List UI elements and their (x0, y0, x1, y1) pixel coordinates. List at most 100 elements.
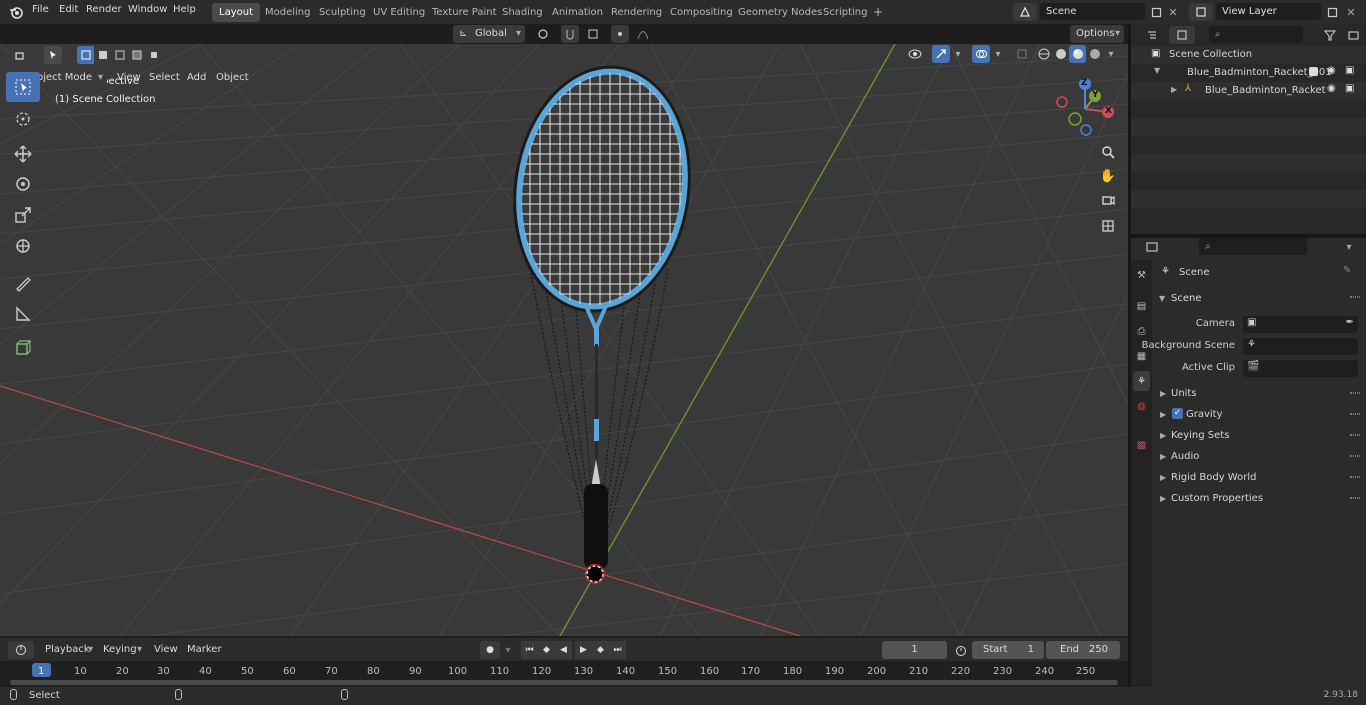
add-workspace-button[interactable]: + (866, 3, 890, 22)
blender-logo-icon[interactable] (8, 4, 24, 20)
timeline-menu-view[interactable]: View (149, 641, 183, 659)
expand-arrow-icon[interactable]: ▼ (1154, 66, 1160, 75)
wireframe-shading-icon[interactable] (1035, 45, 1052, 63)
panel-keying-sets[interactable]: ▶ Keying Sets (1152, 427, 1366, 447)
stopwatch-icon[interactable] (952, 641, 970, 659)
xray-toggle-icon[interactable] (1013, 45, 1031, 63)
menu-window[interactable]: Window (128, 4, 167, 15)
checkbox-icon[interactable] (1309, 67, 1318, 76)
drag-grip-icon[interactable] (1350, 476, 1360, 478)
drag-grip-icon[interactable] (1350, 497, 1360, 499)
display-mode-icon[interactable] (1169, 26, 1195, 44)
expand-arrow-icon[interactable]: ▶ (1171, 85, 1177, 94)
options-dropdown[interactable]: Options ▾ (1070, 25, 1124, 43)
tab-layout[interactable]: Layout (212, 3, 260, 22)
3d-viewport[interactable]: User Perspective (1) Scene Collection Z … (0, 44, 1128, 636)
select-mode-intersect-icon[interactable] (145, 46, 162, 64)
auto-key-dropdown-icon[interactable]: ▾ (501, 641, 515, 659)
viewport-menu-add[interactable]: Add (182, 69, 211, 87)
menu-render[interactable]: Render (86, 4, 122, 15)
outliner-search-input[interactable]: ⌕ (1209, 26, 1303, 43)
play-icon[interactable]: ▶ (575, 641, 592, 659)
scene-section-label[interactable]: Scene (1171, 293, 1202, 304)
viewport-menu-view[interactable]: View (112, 69, 146, 87)
scale-tool[interactable] (6, 200, 40, 230)
panel-audio[interactable]: ▶ Audio (1152, 448, 1366, 468)
new-collection-icon[interactable] (1345, 26, 1363, 44)
proportional-edit-icon[interactable] (611, 25, 629, 43)
annotate-tool[interactable] (6, 268, 40, 298)
snap-icon[interactable] (561, 25, 579, 43)
transform-orientation-dropdown[interactable]: ⊾ Global ▾ (453, 25, 525, 43)
tool-properties-tab-icon[interactable]: ⚒ (1133, 265, 1150, 285)
jump-end-icon[interactable]: ⏭ (609, 641, 626, 659)
scene-tab-icon[interactable]: ⚘ (1133, 371, 1150, 391)
eyedropper-icon[interactable]: ✒ (1346, 317, 1354, 328)
viewport-menu-select[interactable]: Select (144, 69, 185, 87)
tab-uv-editing[interactable]: UV Editing (366, 3, 432, 22)
material-shading-icon[interactable] (1069, 45, 1086, 63)
collapse-arrow-icon[interactable]: ▼ (1159, 294, 1165, 303)
outliner-row-scene-collection[interactable]: ▣ Scene Collection (1131, 46, 1366, 64)
drag-grip-icon[interactable] (1350, 455, 1360, 457)
transform-tool[interactable] (6, 231, 40, 261)
grid-view-icon[interactable] (1097, 215, 1119, 237)
prev-keyframe-icon[interactable]: ◆ (538, 641, 555, 659)
start-frame-field[interactable]: Start 1 (972, 641, 1044, 659)
select-box-tool[interactable] (6, 72, 40, 102)
camera-render-icon[interactable]: ▣ (1345, 65, 1354, 76)
overlay-dropdown-icon[interactable]: ▾ (991, 45, 1005, 63)
visibility-toggle-icon[interactable] (902, 45, 928, 63)
new-view-layer-icon[interactable] (1324, 3, 1340, 21)
falloff-icon[interactable] (630, 25, 656, 43)
shading-dropdown-icon[interactable]: ▾ (1104, 45, 1118, 63)
snap-target-icon[interactable] (580, 25, 606, 43)
camera-field[interactable]: ▣ ✒ (1243, 316, 1358, 333)
view-layer-field[interactable]: View Layer (1216, 3, 1321, 20)
current-frame-field[interactable]: 1 (882, 641, 947, 659)
eye-icon[interactable]: ◉ (1327, 83, 1336, 94)
output-properties-tab-icon[interactable]: ⎙ (1133, 321, 1150, 341)
move-tool[interactable] (6, 139, 40, 169)
delete-view-layer-icon[interactable]: ✕ (1344, 3, 1358, 21)
end-frame-field[interactable]: End 250 (1046, 641, 1120, 659)
delete-scene-icon[interactable]: ✕ (1166, 3, 1180, 21)
render-properties-tab-icon[interactable]: ▤ (1133, 296, 1150, 316)
menu-file[interactable]: File (32, 4, 49, 15)
camera-view-icon[interactable] (1097, 189, 1119, 211)
outliner-row-object[interactable]: ▶ ⅄ Blue_Badminton_Racket ◉ ▣ (1131, 82, 1366, 100)
drag-grip-icon[interactable] (1350, 296, 1360, 298)
camera-render-icon[interactable]: ▣ (1345, 83, 1354, 94)
scene-selector-icon[interactable] (1013, 3, 1037, 21)
select-mode-difference-icon[interactable] (128, 46, 145, 64)
outliner-editor-type-icon[interactable] (1139, 26, 1165, 44)
outliner-row-collection[interactable]: ▼ Blue_Badminton_Racket_001 ◉ ▣ (1131, 64, 1366, 82)
world-tab-icon[interactable]: ◍ (1133, 396, 1150, 416)
gravity-checkbox[interactable]: ✓ (1172, 408, 1183, 419)
menu-edit[interactable]: Edit (59, 4, 78, 15)
tab-texture-paint[interactable]: Texture Paint (425, 3, 504, 22)
pin-icon[interactable]: ✎ (1343, 265, 1351, 276)
pan-hand-icon[interactable]: ✋ (1097, 165, 1119, 187)
properties-editor-type-icon[interactable] (1139, 238, 1165, 256)
drag-grip-icon[interactable] (1350, 392, 1360, 394)
tab-geometry-nodes[interactable]: Geometry Nodes (731, 3, 829, 22)
panel-custom-properties[interactable]: ▶ Custom Properties (1152, 490, 1366, 510)
timeline-scrollbar[interactable] (10, 680, 1118, 685)
texture-tab-icon[interactable]: ▩ (1133, 435, 1150, 455)
jump-start-icon[interactable]: ⏮ (521, 641, 538, 659)
view-layer-selector-icon[interactable] (1189, 3, 1213, 21)
editor-type-icon[interactable] (8, 47, 34, 65)
next-keyframe-icon[interactable]: ◆ (592, 641, 609, 659)
select-mode-subtract-icon[interactable] (111, 46, 128, 64)
tab-compositing[interactable]: Compositing (663, 3, 740, 22)
overlay-toggle-icon[interactable] (972, 45, 990, 63)
scene-name-field[interactable]: Scene (1040, 3, 1145, 20)
active-clip-field[interactable]: 🎬 (1243, 360, 1358, 377)
rendered-shading-icon[interactable] (1086, 45, 1103, 63)
measure-tool[interactable] (6, 299, 40, 329)
timeline-editor-type-icon[interactable] (8, 641, 34, 659)
panel-rigid-body-world[interactable]: ▶ Rigid Body World (1152, 469, 1366, 489)
tab-shading[interactable]: Shading (495, 3, 550, 22)
background-scene-field[interactable]: ⚘ (1243, 338, 1358, 355)
